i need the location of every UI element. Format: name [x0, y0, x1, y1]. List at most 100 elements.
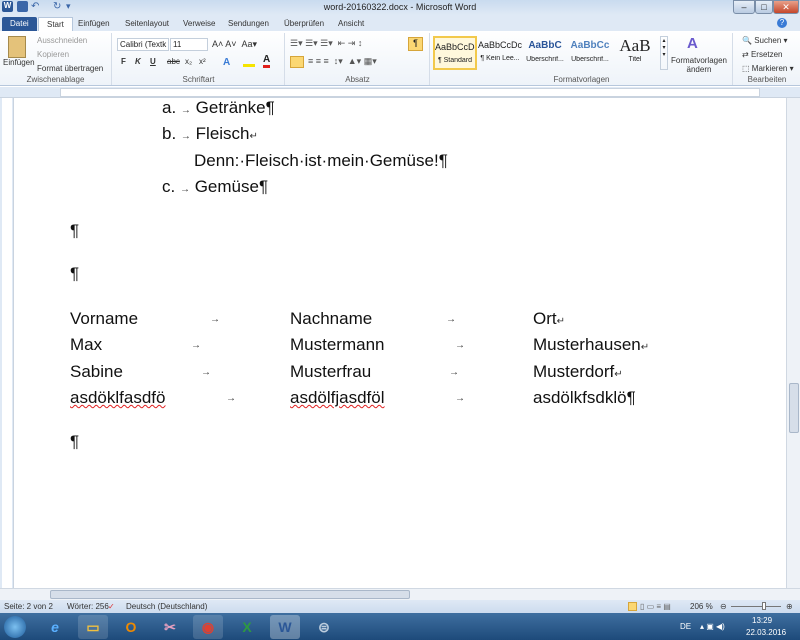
tab-seitenlayout[interactable]: Seitenlayout: [117, 17, 177, 31]
paste-button[interactable]: Einfügen: [3, 58, 35, 67]
tray-icons[interactable]: ▴ ▣ ◀): [700, 622, 725, 631]
minimize-button[interactable]: –: [733, 0, 755, 14]
view-buttons[interactable]: ▯ ▭ ≡ ▤: [640, 600, 671, 613]
style-titel[interactable]: AaB Titel: [613, 36, 657, 70]
font-name-select[interactable]: Calibri (Textk: [117, 38, 169, 51]
paste-icon: [8, 36, 26, 58]
table-cell: asdölfjasdföl: [290, 388, 385, 407]
vertical-scroll-thumb[interactable]: [789, 383, 799, 433]
clock-time[interactable]: 13:29: [752, 616, 772, 625]
find-button[interactable]: 🔍 Suchen ▾: [742, 36, 788, 45]
underline-button[interactable]: U: [150, 57, 156, 66]
group-styles: AaBbCcDc ¶ Standard AaBbCcDc ¶ Kein Lee...…: [431, 33, 733, 85]
table-cell: Musterhausen↵: [533, 335, 650, 354]
horizontal-scrollbar[interactable]: [0, 588, 800, 600]
internet-explorer-icon[interactable]: e: [40, 615, 70, 639]
group-label: Schriftart: [182, 75, 215, 84]
status-bar: Seite: 2 von 2 Wörter: 256 ✓ Deutsch (De…: [0, 600, 800, 613]
vertical-scrollbar[interactable]: [786, 98, 800, 588]
window-title: word-20160322.docx - Microsoft Word: [323, 2, 477, 12]
horizontal-scroll-thumb[interactable]: [50, 590, 410, 599]
snipping-tool-icon[interactable]: ✂: [155, 615, 185, 639]
zoom-slider[interactable]: [731, 606, 781, 607]
list-item: a. → Getränke¶: [162, 98, 275, 117]
word-count[interactable]: Wörter: 256: [67, 600, 109, 613]
horizontal-ruler[interactable]: [0, 87, 800, 98]
cut-button[interactable]: Ausschneiden: [37, 36, 87, 45]
highlight-color-icon[interactable]: [243, 64, 255, 67]
strikethrough-button[interactable]: abc: [167, 57, 180, 66]
italic-button[interactable]: K: [135, 57, 141, 66]
outlook-icon[interactable]: O: [116, 615, 146, 639]
tab-mark: →: [210, 314, 220, 325]
explorer-icon[interactable]: ▭: [78, 615, 108, 639]
input-language[interactable]: DE: [680, 622, 691, 631]
page-count[interactable]: Seite: 2 von 2: [4, 600, 53, 613]
list-item-continuation: Denn:·Fleisch·ist·mein·Gemüse!¶: [194, 151, 448, 170]
excel-icon[interactable]: X: [232, 615, 262, 639]
tab-einfuegen[interactable]: Einfügen: [70, 17, 118, 31]
style-kein-leerraum[interactable]: AaBbCcDc ¶ Kein Lee...: [478, 36, 522, 70]
maximize-button[interactable]: □: [755, 0, 773, 14]
style-ueberschrift-2[interactable]: AaBbCc Überschrif...: [568, 36, 612, 70]
alignment-buttons[interactable]: ≡ ≡ ≡ ↕▾ ▲▾ ▦▾: [308, 56, 377, 67]
show-formatting-button[interactable]: ¶: [408, 37, 423, 51]
select-button[interactable]: ⬚ Markieren ▾: [742, 64, 794, 73]
title-bar: W ↶ ↻ ▾ word-20160322.docx - Microsoft W…: [0, 0, 800, 15]
styles-scroll[interactable]: ▴ ▾ ▾: [660, 36, 668, 70]
subscript-button[interactable]: x₂: [185, 57, 192, 66]
tab-mark: →: [455, 393, 465, 404]
language[interactable]: Deutsch (Deutschland): [126, 600, 207, 613]
align-left-button[interactable]: [290, 56, 304, 68]
text-effects-icon[interactable]: A: [223, 57, 233, 68]
document-page[interactable]: a. → Getränke¶ b. → Fleisch↵ Denn:·Fleis…: [14, 98, 786, 588]
superscript-button[interactable]: x²: [199, 57, 206, 66]
style-ueberschrift-1[interactable]: AaBbC Überschrif...: [523, 36, 567, 70]
tab-ansicht[interactable]: Ansicht: [330, 17, 372, 31]
format-painter-button[interactable]: Format übertragen: [37, 64, 103, 73]
chrome-icon[interactable]: ◉: [193, 615, 223, 639]
group-label: Bearbeiten: [747, 75, 787, 84]
bold-button[interactable]: F: [121, 57, 126, 66]
copy-button[interactable]: Kopieren: [37, 50, 69, 59]
tab-ueberpruefen[interactable]: Überprüfen: [276, 17, 332, 31]
help-icon[interactable]: ?: [777, 18, 787, 28]
proofing-icon[interactable]: ✓: [108, 600, 115, 613]
taskbar: e ▭ O ✂ ◉ X W ⊜ DE ▴ ▣ ◀) 13:29 22.03.20…: [0, 613, 800, 640]
table-cell: asdöklfasdfö: [70, 388, 166, 407]
remote-desktop-icon[interactable]: ⊜: [309, 615, 339, 639]
group-label: Zwischenablage: [26, 75, 85, 84]
style-standard[interactable]: AaBbCcDc ¶ Standard: [433, 36, 477, 70]
table-cell: Musterfrau: [290, 362, 372, 381]
word-icon[interactable]: W: [270, 615, 300, 639]
table-cell: Musterdorf↵: [533, 362, 623, 381]
vertical-ruler[interactable]: [0, 98, 14, 588]
list-item: c. → Gemüse¶: [162, 177, 269, 196]
list-buttons[interactable]: ☰▾ ☰▾ ☰▾ ⇤ ⇥ ↕: [290, 38, 362, 49]
table-cell: Ort↵: [533, 309, 565, 328]
tab-verweise[interactable]: Verweise: [175, 17, 223, 31]
empty-paragraph: ¶: [70, 432, 80, 451]
group-clipboard: Einfügen Ausschneiden Kopieren Format üb…: [0, 33, 112, 85]
tab-mark: →: [446, 314, 456, 325]
change-styles-button[interactable]: Formatvorlagen ändern: [669, 56, 729, 74]
print-layout-view-icon[interactable]: [628, 602, 637, 611]
empty-paragraph: ¶: [70, 221, 80, 240]
empty-paragraph: ¶: [70, 264, 80, 283]
grow-shrink-font-buttons[interactable]: A˄ A˅ Aa▾: [212, 39, 257, 50]
zoom-level[interactable]: 206 %: [690, 600, 713, 613]
list-item: b. → Fleisch↵: [162, 124, 258, 143]
font-color-icon[interactable]: A: [263, 55, 271, 68]
zoom-out-icon[interactable]: ⊖: [720, 600, 727, 613]
close-button[interactable]: ✕: [773, 0, 799, 14]
tab-datei[interactable]: Datei: [2, 17, 37, 31]
tab-sendungen[interactable]: Sendungen: [220, 17, 277, 31]
table-cell: asdölkfsdklö¶: [533, 388, 636, 407]
start-button[interactable]: [4, 616, 26, 638]
zoom-slider-thumb[interactable]: [762, 602, 766, 610]
tab-start[interactable]: Start: [38, 17, 73, 31]
clock-date[interactable]: 22.03.2016: [746, 628, 786, 637]
font-size-select[interactable]: 11: [170, 38, 208, 51]
zoom-in-icon[interactable]: ⊕: [786, 600, 793, 613]
replace-button[interactable]: ⇄ Ersetzen: [742, 50, 783, 59]
